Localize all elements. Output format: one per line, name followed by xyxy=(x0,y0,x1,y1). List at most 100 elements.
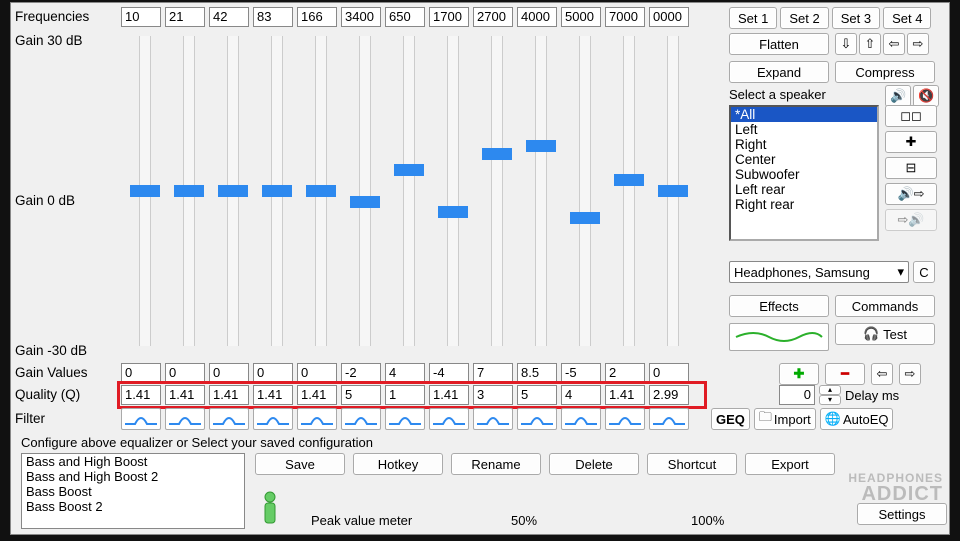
gain-input-12[interactable]: 0 xyxy=(649,363,689,383)
unmute-button[interactable]: 🔊 xyxy=(885,85,911,107)
frequency-input-8[interactable]: 2700 xyxy=(473,7,513,27)
quality-input-10[interactable]: 4 xyxy=(561,385,601,405)
settings-button[interactable]: Settings xyxy=(857,503,947,525)
gain-slider-thumb-2[interactable] xyxy=(218,185,248,197)
gain-slider-thumb-7[interactable] xyxy=(438,206,468,218)
layout-stereo-button[interactable]: ◻◻ xyxy=(885,105,937,127)
speaker-item-subwoofer[interactable]: Subwoofer xyxy=(731,167,877,182)
frequency-input-4[interactable]: 166 xyxy=(297,7,337,27)
delete-button[interactable]: Delete xyxy=(549,453,639,475)
frequency-input-11[interactable]: 7000 xyxy=(605,7,645,27)
set1-button[interactable]: Set 1 xyxy=(729,7,777,29)
frequency-input-1[interactable]: 21 xyxy=(165,7,205,27)
quality-input-3[interactable]: 1.41 xyxy=(253,385,293,405)
quality-input-8[interactable]: 3 xyxy=(473,385,513,405)
quality-input-4[interactable]: 1.41 xyxy=(297,385,337,405)
config-item-2[interactable]: Bass Boost xyxy=(22,484,244,499)
gain-input-4[interactable]: 0 xyxy=(297,363,337,383)
flatten-button[interactable]: Flatten xyxy=(729,33,829,55)
gain-slider-thumb-10[interactable] xyxy=(570,212,600,224)
layout-surround-button[interactable]: ✚ xyxy=(885,131,937,153)
config-item-3[interactable]: Bass Boost 2 xyxy=(22,499,244,514)
quality-input-12[interactable]: 2.99 xyxy=(649,385,689,405)
gain-input-8[interactable]: 7 xyxy=(473,363,513,383)
filter-type-button-5[interactable] xyxy=(341,408,381,430)
filter-type-button-11[interactable] xyxy=(605,408,645,430)
quality-input-0[interactable]: 1.41 xyxy=(121,385,161,405)
config-list[interactable]: Bass and High BoostBass and High Boost 2… xyxy=(21,453,245,529)
filter-type-button-9[interactable] xyxy=(517,408,557,430)
filter-type-button-7[interactable] xyxy=(429,408,469,430)
delay-value[interactable]: 0 xyxy=(779,385,815,405)
gain-input-1[interactable]: 0 xyxy=(165,363,205,383)
gain-input-3[interactable]: 0 xyxy=(253,363,293,383)
geq-button[interactable]: GEQ xyxy=(711,408,750,430)
quality-input-9[interactable]: 5 xyxy=(517,385,557,405)
gain-input-2[interactable]: 0 xyxy=(209,363,249,383)
layout-minus-button[interactable]: ⊟ xyxy=(885,157,937,179)
arrow-right-button[interactable]: ⇨ xyxy=(907,33,929,55)
speaker-item-right[interactable]: Right xyxy=(731,137,877,152)
quality-input-5[interactable]: 5 xyxy=(341,385,381,405)
gain-input-10[interactable]: -5 xyxy=(561,363,601,383)
filter-type-button-0[interactable] xyxy=(121,408,161,430)
gain-slider-8[interactable] xyxy=(491,36,503,346)
gain-slider-thumb-6[interactable] xyxy=(394,164,424,176)
gain-input-7[interactable]: -4 xyxy=(429,363,469,383)
set3-button[interactable]: Set 3 xyxy=(832,7,880,29)
filter-type-button-2[interactable] xyxy=(209,408,249,430)
frequency-input-7[interactable]: 1700 xyxy=(429,7,469,27)
gain-slider-thumb-5[interactable] xyxy=(350,196,380,208)
gain-slider-10[interactable] xyxy=(579,36,591,346)
speaker-item-center[interactable]: Center xyxy=(731,152,877,167)
set2-button[interactable]: Set 2 xyxy=(780,7,828,29)
add-band-button[interactable]: ✚ xyxy=(779,363,819,385)
speaker-item-right-rear[interactable]: Right rear xyxy=(731,197,877,212)
device-select[interactable]: Headphones, Samsung ▾ xyxy=(729,261,909,283)
gain-slider-thumb-3[interactable] xyxy=(262,185,292,197)
rename-button[interactable]: Rename xyxy=(451,453,541,475)
c-button[interactable]: C xyxy=(913,261,935,283)
arrow-down-button[interactable]: ⇩ xyxy=(835,33,857,55)
gain-slider-thumb-8[interactable] xyxy=(482,148,512,160)
export-button[interactable]: Export xyxy=(745,453,835,475)
gain-slider-thumb-0[interactable] xyxy=(130,185,160,197)
gain-slider-thumb-11[interactable] xyxy=(614,174,644,186)
filter-type-button-4[interactable] xyxy=(297,408,337,430)
quality-input-2[interactable]: 1.41 xyxy=(209,385,249,405)
gain-slider-6[interactable] xyxy=(403,36,415,346)
speaker-item-left-rear[interactable]: Left rear xyxy=(731,182,877,197)
commands-button[interactable]: Commands xyxy=(835,295,935,317)
gain-input-9[interactable]: 8.5 xyxy=(517,363,557,383)
config-item-1[interactable]: Bass and High Boost 2 xyxy=(22,469,244,484)
effects-button[interactable]: Effects xyxy=(729,295,829,317)
frequency-input-3[interactable]: 83 xyxy=(253,7,293,27)
gain-slider-11[interactable] xyxy=(623,36,635,346)
arrow-left-button[interactable]: ⇦ xyxy=(883,33,905,55)
gain-slider-thumb-9[interactable] xyxy=(526,140,556,152)
gain-input-6[interactable]: 4 xyxy=(385,363,425,383)
test-button[interactable]: 🎧 Test xyxy=(835,323,935,345)
frequency-input-5[interactable]: 3400 xyxy=(341,7,381,27)
gain-slider-9[interactable] xyxy=(535,36,547,346)
set4-button[interactable]: Set 4 xyxy=(883,7,931,29)
gain-slider-5[interactable] xyxy=(359,36,371,346)
delay-up-button[interactable]: ▴ xyxy=(819,385,841,395)
expand-button[interactable]: Expand xyxy=(729,61,829,83)
frequency-input-0[interactable]: 10 xyxy=(121,7,161,27)
autoeq-button[interactable]: 🌐 AutoEQ xyxy=(820,408,894,430)
quality-input-6[interactable]: 1 xyxy=(385,385,425,405)
filter-type-button-12[interactable] xyxy=(649,408,689,430)
speaker-item--all[interactable]: *All xyxy=(731,107,877,122)
speaker-list[interactable]: *AllLeftRightCenterSubwooferLeft rearRig… xyxy=(729,105,879,241)
gain-slider-thumb-4[interactable] xyxy=(306,185,336,197)
frequency-input-10[interactable]: 5000 xyxy=(561,7,601,27)
gain-input-0[interactable]: 0 xyxy=(121,363,161,383)
frequency-input-6[interactable]: 650 xyxy=(385,7,425,27)
filter-type-button-3[interactable] xyxy=(253,408,293,430)
arrow-up-button[interactable]: ⇧ xyxy=(859,33,881,55)
save-button[interactable]: Save xyxy=(255,453,345,475)
frequency-input-9[interactable]: 4000 xyxy=(517,7,557,27)
shift-left-button[interactable]: ⇦ xyxy=(871,363,893,385)
gain-slider-7[interactable] xyxy=(447,36,459,346)
